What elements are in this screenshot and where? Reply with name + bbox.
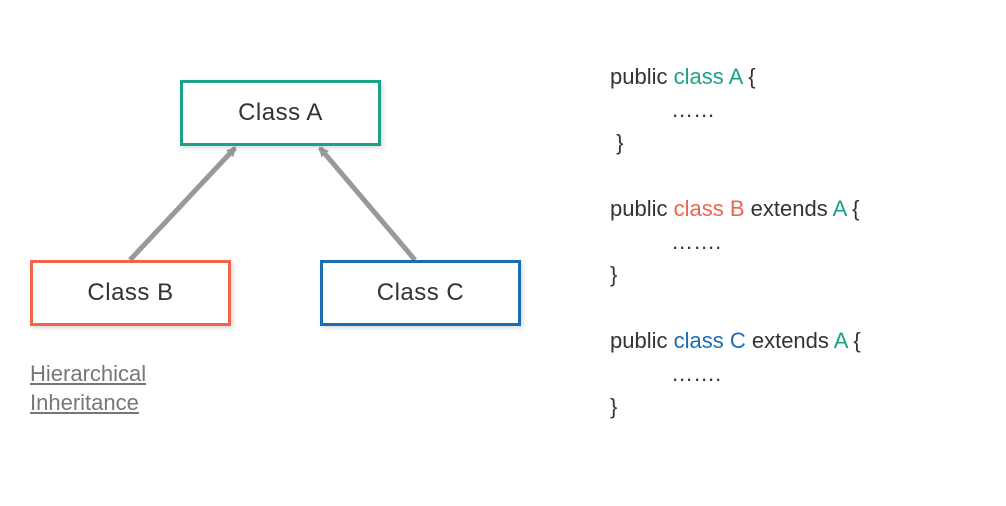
inheritance-diagram: Class A Class B Class C Hierarchical Inh… — [20, 60, 550, 480]
class-b-box: Class B — [30, 260, 231, 326]
code-line-b-decl: public class B extends A { — [610, 192, 990, 225]
code-line-c-close: } — [610, 390, 990, 423]
code-blank-1 — [610, 159, 990, 192]
code-line-a-body: …… — [610, 93, 990, 126]
caption-line-2: Inheritance — [30, 389, 146, 418]
code-line-c-body: ……. — [610, 357, 990, 390]
code-line-b-close: } — [610, 258, 990, 291]
code-line-b-body: ……. — [610, 225, 990, 258]
class-a-label: Class A — [238, 99, 323, 127]
code-line-c-decl: public class C extends A { — [610, 324, 990, 357]
class-c-label: Class C — [377, 279, 465, 307]
code-sample: public class A { …… } public class B ext… — [610, 60, 990, 423]
code-line-a-close: } — [610, 126, 990, 159]
arrow-b-to-a — [130, 148, 235, 260]
class-b-label: Class B — [87, 279, 173, 307]
code-blank-2 — [610, 291, 990, 324]
diagram-caption: Hierarchical Inheritance — [30, 360, 146, 417]
class-c-box: Class C — [320, 260, 521, 326]
code-line-a-decl: public class A { — [610, 60, 990, 93]
caption-line-1: Hierarchical — [30, 360, 146, 389]
arrow-c-to-a — [320, 148, 415, 260]
class-a-box: Class A — [180, 80, 381, 146]
